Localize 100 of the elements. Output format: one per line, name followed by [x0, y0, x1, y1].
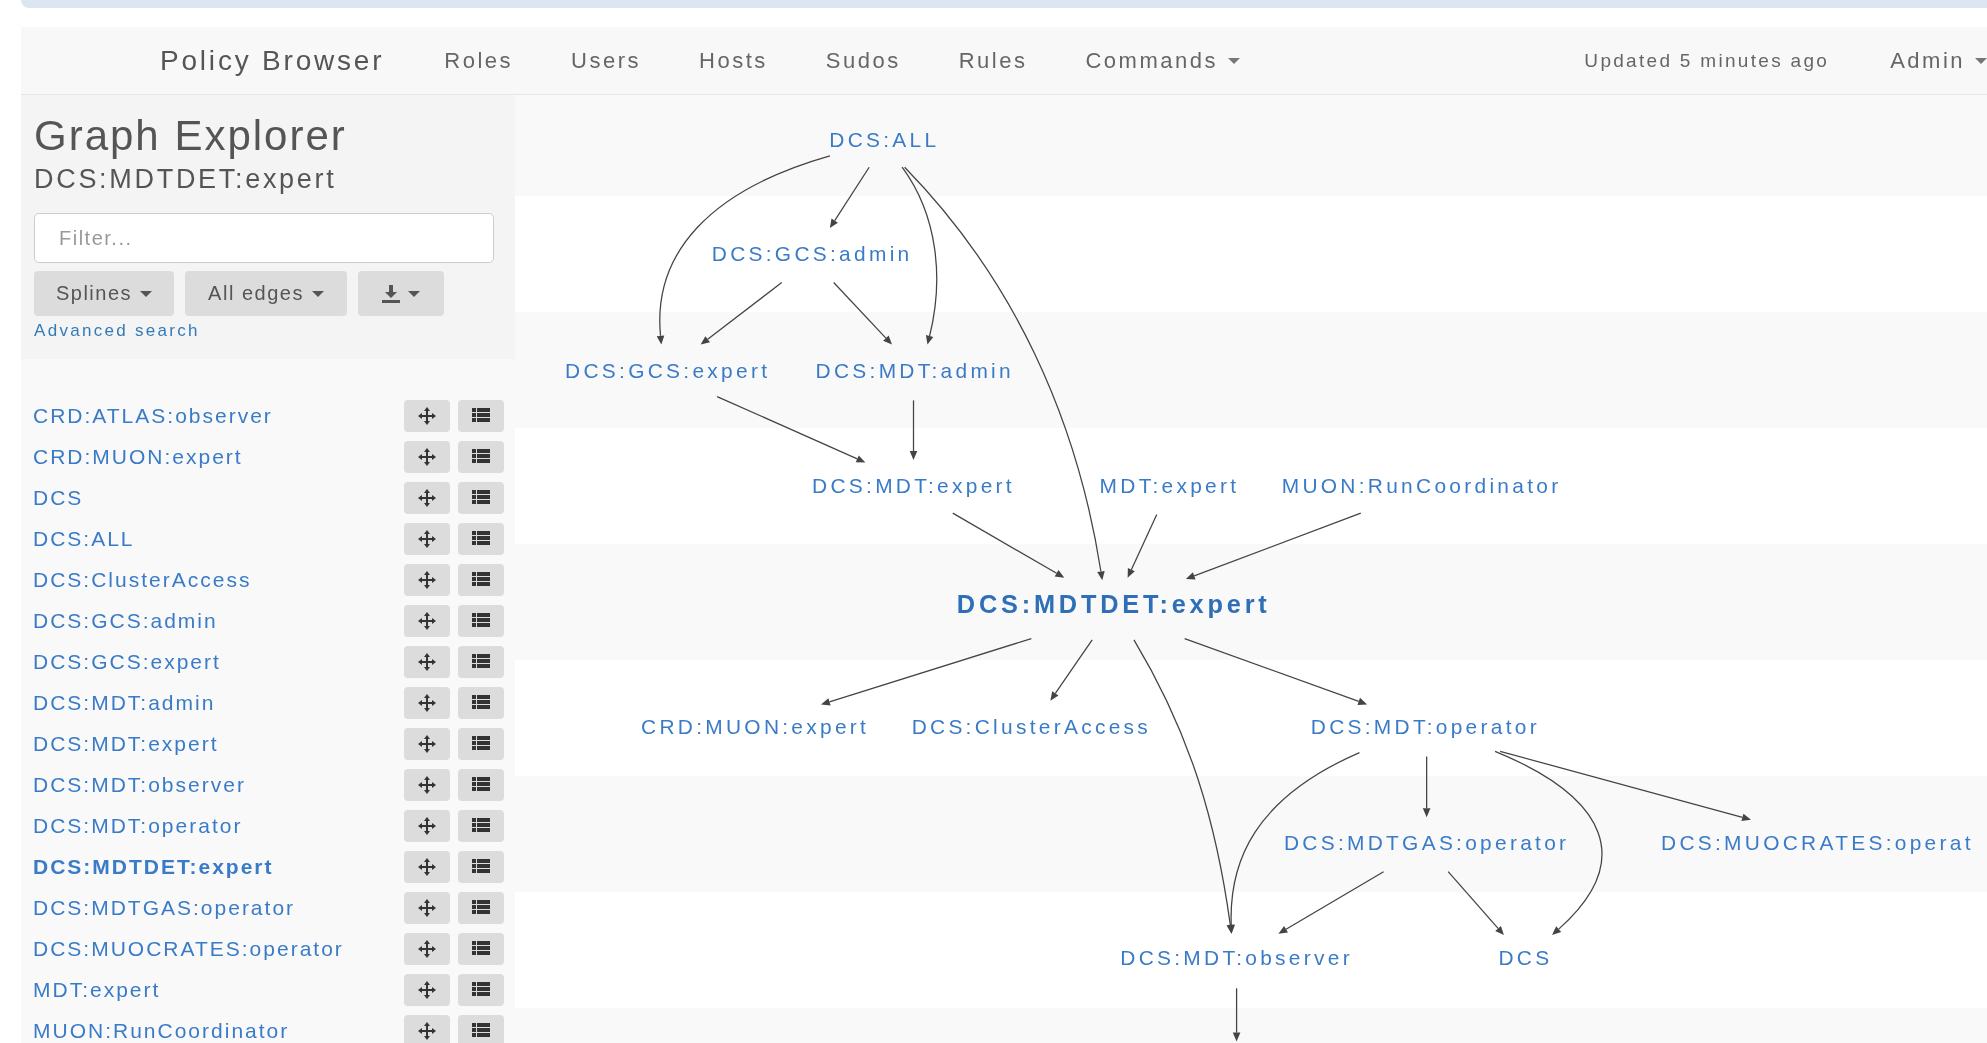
- role-link[interactable]: DCS:MDT:admin: [33, 690, 216, 715]
- role-link[interactable]: CRD:ATLAS:observer: [33, 403, 273, 428]
- list-icon: [472, 982, 490, 997]
- move-icon: [418, 529, 436, 548]
- download-icon: [382, 284, 400, 303]
- move-icon: [418, 652, 436, 671]
- edge-arrow: [1127, 513, 1158, 578]
- nav-link[interactable]: Hosts: [670, 47, 797, 74]
- download-button[interactable]: [358, 271, 444, 316]
- role-link[interactable]: DCS:MDT:expert: [33, 731, 219, 756]
- focus-button[interactable]: [404, 440, 450, 473]
- edge-arrow: [1232, 987, 1241, 1042]
- details-button[interactable]: [458, 399, 504, 432]
- graph-node[interactable]: DCS:MDT:operator: [1310, 714, 1540, 738]
- details-button[interactable]: [458, 522, 504, 555]
- list-icon: [472, 572, 490, 587]
- details-button[interactable]: [458, 1014, 504, 1043]
- move-icon: [418, 734, 436, 753]
- update-status: Updated 5 minutes ago: [1584, 49, 1830, 72]
- move-icon: [418, 1021, 436, 1040]
- graph-node[interactable]: DCS:MDT:observer: [1120, 946, 1353, 970]
- details-button[interactable]: [458, 481, 504, 514]
- details-button[interactable]: [458, 891, 504, 924]
- focus-button[interactable]: [404, 932, 450, 965]
- advanced-search-link[interactable]: Advanced search: [34, 321, 200, 341]
- focus-button[interactable]: [404, 399, 450, 432]
- details-button[interactable]: [458, 645, 504, 678]
- user-menu[interactable]: Admin: [1861, 47, 1987, 74]
- move-icon: [418, 406, 436, 425]
- move-icon: [418, 939, 436, 958]
- focus-button[interactable]: [404, 604, 450, 637]
- edge-arrow: [1422, 755, 1431, 818]
- focus-button[interactable]: [404, 809, 450, 842]
- role-link[interactable]: DCS:MDTGAS:operator: [33, 895, 296, 920]
- role-link[interactable]: CRD:MUON:expert: [33, 444, 243, 469]
- role-link[interactable]: MUON:RunCoordinator: [33, 1018, 290, 1043]
- nav-link[interactable]: Commands: [1056, 47, 1269, 74]
- nav-link[interactable]: Rules: [929, 47, 1057, 74]
- details-button[interactable]: [458, 809, 504, 842]
- nav-link[interactable]: Users: [542, 47, 671, 74]
- graph-node[interactable]: DCS:MUOCRATES:operat: [1661, 831, 1974, 855]
- role-link[interactable]: DCS:MUOCRATES:operator: [33, 936, 344, 961]
- details-button[interactable]: [458, 768, 504, 801]
- role-link[interactable]: DCS:GCS:admin: [33, 608, 218, 633]
- focus-button[interactable]: [404, 645, 450, 678]
- role-link[interactable]: DCS:MDT:operator: [33, 813, 243, 838]
- dropdown-button[interactable]: All edges: [185, 271, 347, 316]
- focus-button[interactable]: [404, 522, 450, 555]
- role-link[interactable]: DCS:GCS:expert: [33, 649, 221, 674]
- graph-node[interactable]: DCS: [1498, 946, 1553, 970]
- list-icon: [472, 408, 490, 423]
- list-icon: [472, 736, 490, 751]
- filter-field[interactable]: Filter...: [34, 213, 494, 263]
- details-button[interactable]: [458, 604, 504, 637]
- focus-button[interactable]: [404, 563, 450, 596]
- role-link[interactable]: DCS:MDTDET:expert: [33, 854, 274, 879]
- list-icon: [472, 531, 490, 546]
- details-button[interactable]: [458, 727, 504, 760]
- details-button[interactable]: [458, 686, 504, 719]
- caret-icon: [1975, 57, 1987, 64]
- graph-node[interactable]: DCS:MDT:expert: [812, 473, 1015, 497]
- graph-node[interactable]: MUON:RunCoordinator: [1281, 473, 1562, 497]
- nav-link[interactable]: Roles: [415, 47, 543, 74]
- details-button[interactable]: [458, 440, 504, 473]
- move-icon: [418, 816, 436, 835]
- graph-node[interactable]: DCS:ClusterAccess: [911, 714, 1152, 738]
- focus-button[interactable]: [404, 768, 450, 801]
- role-link[interactable]: MDT:expert: [33, 977, 161, 1002]
- focus-button[interactable]: [404, 973, 450, 1006]
- details-button[interactable]: [458, 563, 504, 596]
- brand-link[interactable]: Policy Browser: [160, 44, 385, 77]
- details-button[interactable]: [458, 932, 504, 965]
- graph-node[interactable]: DCS:GCS:expert: [565, 358, 771, 382]
- details-button[interactable]: [458, 973, 504, 1006]
- focus-button[interactable]: [404, 850, 450, 883]
- dropdown-button[interactable]: Splines: [34, 271, 174, 316]
- role-link[interactable]: DCS: [33, 485, 84, 510]
- graph-node[interactable]: DCS:MDT:admin: [815, 358, 1014, 382]
- role-link[interactable]: DCS:ALL: [33, 526, 135, 551]
- role-link[interactable]: DCS:ClusterAccess: [33, 567, 252, 592]
- focus-button[interactable]: [404, 686, 450, 719]
- nav-link[interactable]: Sudos: [796, 47, 930, 74]
- focus-button[interactable]: [404, 481, 450, 514]
- focus-button[interactable]: [404, 727, 450, 760]
- list-icon: [472, 449, 490, 464]
- caret-icon: [311, 290, 324, 297]
- list-icon: [472, 941, 490, 956]
- list-icon: [472, 613, 490, 628]
- graph-node[interactable]: MDT:expert: [1099, 473, 1240, 497]
- list-icon: [472, 490, 490, 505]
- details-button[interactable]: [458, 850, 504, 883]
- graph-node[interactable]: DCS:MDTDET:expert: [956, 590, 1271, 619]
- focus-button[interactable]: [404, 891, 450, 924]
- graph-node[interactable]: CRD:MUON:expert: [641, 714, 870, 738]
- role-link[interactable]: DCS:MDT:observer: [33, 772, 246, 797]
- focus-button[interactable]: [404, 1014, 450, 1043]
- graph-node[interactable]: DCS:MDTGAS:operator: [1283, 831, 1570, 855]
- move-icon: [418, 570, 436, 589]
- graph-node[interactable]: DCS:ALL: [829, 127, 940, 151]
- graph-node[interactable]: DCS:GCS:admin: [711, 242, 913, 265]
